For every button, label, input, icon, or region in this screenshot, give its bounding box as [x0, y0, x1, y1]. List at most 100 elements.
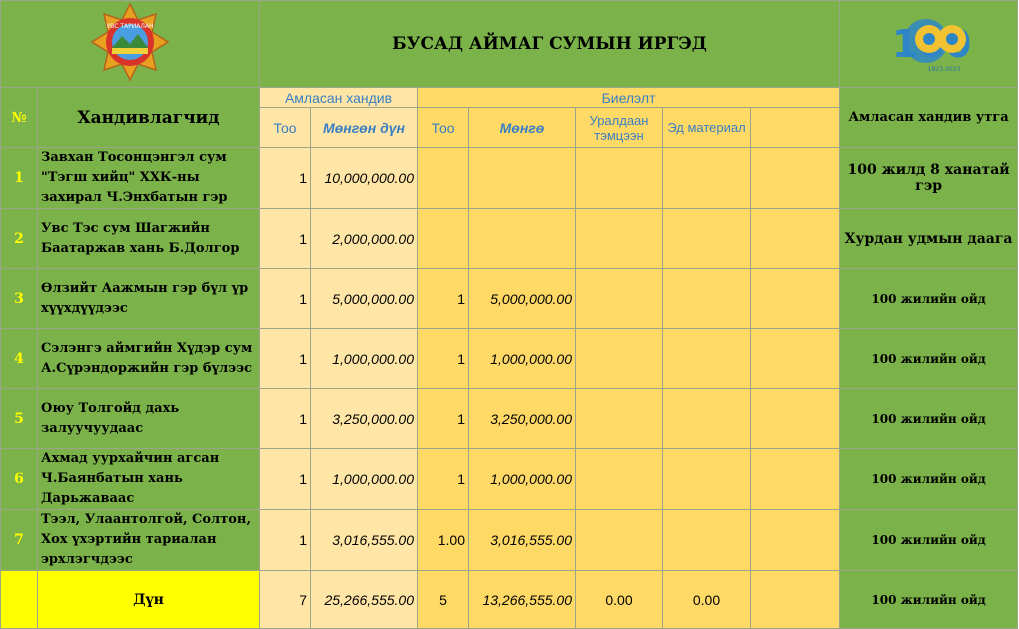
- donor-name: Өлзийт Аажмын гэр бүл үр хүүхдүүдээс: [37, 268, 260, 329]
- blank-cell: [749, 147, 841, 209]
- total-prize: 0.00: [575, 570, 663, 629]
- fulfilled-count: [417, 208, 469, 269]
- row-number: 7: [0, 509, 38, 571]
- prize-value: [575, 388, 663, 449]
- blank-cell: [749, 509, 841, 571]
- prize-value: [575, 268, 663, 329]
- material-value: [662, 208, 751, 269]
- pledged-count: 1: [259, 147, 311, 209]
- fulfilled-count: 1: [417, 328, 469, 389]
- total-pledged-count: 7: [259, 570, 311, 629]
- fulfilled-count: [417, 147, 469, 209]
- total-row: Дүн 7 25,266,555.00 5 13,266,555.00 0.00…: [0, 570, 1019, 629]
- prize-value: [575, 147, 663, 209]
- donation-sheet: УВС ТАРИАЛАН БУСАД АЙМАГ СУМЫН ИРГЭД 100…: [0, 0, 1019, 629]
- material-value: [662, 147, 751, 209]
- pledge-meaning: 100 жилийн ойд: [839, 509, 1019, 571]
- svg-text:УВС ТАРИАЛАН: УВС ТАРИАЛАН: [107, 23, 154, 30]
- total-blank-cell: [0, 570, 38, 629]
- table-row: 5 Оюу Толгойд дахь залуучуудаас 1 3,250,…: [0, 388, 1019, 449]
- pledged-amount: 10,000,000.00: [310, 147, 418, 209]
- header-blank: [749, 107, 841, 148]
- header-material: Эд материал: [662, 107, 751, 148]
- pledged-amount: 3,016,555.00: [310, 509, 418, 571]
- pledged-amount: 3,250,000.00: [310, 388, 418, 449]
- fulfilled-money: 3,250,000.00: [468, 388, 576, 449]
- fulfilled-money: 5,000,000.00: [468, 268, 576, 329]
- blank-cell: [749, 328, 841, 389]
- pledged-count: 1: [259, 268, 311, 329]
- material-value: [662, 328, 751, 389]
- prize-value: [575, 448, 663, 510]
- pledge-meaning: 100 жилд 8 ханатай гэр: [839, 147, 1019, 209]
- row-number: 6: [0, 448, 38, 510]
- donor-name: Завхан Тосонцэнгэл сум "Тэгш хийц" ХХК-н…: [37, 147, 260, 209]
- pledged-amount: 1,000,000.00: [310, 328, 418, 389]
- pledged-amount: 5,000,000.00: [310, 268, 418, 329]
- fulfilled-money: [468, 147, 576, 209]
- material-value: [662, 448, 751, 510]
- right-logo-cell: 100 1923-2023: [839, 0, 1019, 88]
- blank-cell: [749, 268, 841, 329]
- prize-value: [575, 509, 663, 571]
- header-meaning: Амласан хандив утга: [839, 87, 1019, 148]
- material-value: [662, 268, 751, 329]
- fulfilled-count: 1.00: [417, 509, 469, 571]
- centennial-emblem-icon: 100 1923-2023: [892, 18, 971, 73]
- fulfilled-money: 3,016,555.00: [468, 509, 576, 571]
- fulfilled-money: 1,000,000.00: [468, 328, 576, 389]
- blank-cell: [749, 388, 841, 449]
- pledged-count: 1: [259, 328, 311, 389]
- pledge-meaning: 100 жилийн ойд: [839, 448, 1019, 510]
- donor-name: Ахмад уурхайчин агсан Ч.Баянбатын хань Д…: [37, 448, 260, 510]
- pledged-count: 1: [259, 208, 311, 269]
- header-donors: Хандивлагчид: [37, 87, 260, 148]
- table-row: 1 Завхан Тосонцэнгэл сум "Тэгш хийц" ХХК…: [0, 147, 1019, 209]
- row-number: 2: [0, 208, 38, 269]
- table-row: 2 Увс Тэс сум Шагжийн Баатаржав хань Б.Д…: [0, 208, 1019, 269]
- pledged-amount: 2,000,000.00: [310, 208, 418, 269]
- donor-name: Оюу Толгойд дахь залуучуудаас: [37, 388, 260, 449]
- table-row: 7 Тээл, Улаантолгой, Солтон, Хох үхэртий…: [0, 509, 1019, 571]
- blank-cell: [749, 208, 841, 269]
- pledged-amount: 1,000,000.00: [310, 448, 418, 510]
- header-fulfilled-money: Мөнгө: [468, 107, 576, 148]
- row-number: 3: [0, 268, 38, 329]
- page-title: БУСАД АЙМАГ СУМЫН ИРГЭД: [258, 0, 841, 88]
- material-value: [662, 509, 751, 571]
- header-fulfilled-group: Биелэлт: [416, 87, 841, 108]
- header-pledged-amount: Мөнгөн дүн: [310, 107, 418, 148]
- total-fulfilled-count: 5: [417, 570, 469, 629]
- header-prize: Уралдаан тэмцээн: [575, 107, 663, 148]
- donor-name: Тээл, Улаантолгой, Солтон, Хох үхэртийн …: [37, 509, 260, 571]
- header-pledged-group: Амласан хандив: [259, 87, 418, 108]
- total-pledged-amount: 25,266,555.00: [310, 570, 418, 629]
- fulfilled-count: 1: [417, 268, 469, 329]
- row-number: 1: [0, 147, 38, 209]
- table-row: 4 Сэлэнгэ аймгийн Хүдэр сум А.Сүрэндоржи…: [0, 328, 1019, 389]
- donor-name: Увс Тэс сум Шагжийн Баатаржав хань Б.Дол…: [37, 208, 260, 269]
- fulfilled-count: 1: [417, 448, 469, 510]
- header-fulfilled-count: Тоо: [417, 107, 469, 148]
- uvs-tarialan-badge-icon: УВС ТАРИАЛАН: [90, 1, 170, 82]
- fulfilled-money: [468, 208, 576, 269]
- left-logo-cell: УВС ТАРИАЛАН: [0, 0, 260, 88]
- pledged-count: 1: [259, 448, 311, 510]
- total-blank-amber-cell: [749, 570, 841, 629]
- prize-value: [575, 208, 663, 269]
- svg-text:1923-2023: 1923-2023: [927, 66, 960, 73]
- fulfilled-count: 1: [417, 388, 469, 449]
- donor-name: Сэлэнгэ аймгийн Хүдэр сум А.Сүрэндоржийн…: [37, 328, 260, 389]
- pledge-meaning: 100 жилийн ойд: [839, 268, 1019, 329]
- fulfilled-money: 1,000,000.00: [468, 448, 576, 510]
- total-label: Дүн: [37, 570, 260, 629]
- total-material: 0.00: [662, 570, 751, 629]
- table-row: 3 Өлзийт Аажмын гэр бүл үр хүүхдүүдээс 1…: [0, 268, 1019, 329]
- total-meaning: 100 жилийн ойд: [839, 570, 1019, 629]
- header-pledged-count: Тоо: [259, 107, 311, 148]
- pledge-meaning: Хурдан удмын даага: [839, 208, 1019, 269]
- table-row: 6 Ахмад уурхайчин агсан Ч.Баянбатын хань…: [0, 448, 1019, 510]
- total-fulfilled-money: 13,266,555.00: [468, 570, 576, 629]
- header-number: №: [0, 87, 38, 148]
- row-number: 4: [0, 328, 38, 389]
